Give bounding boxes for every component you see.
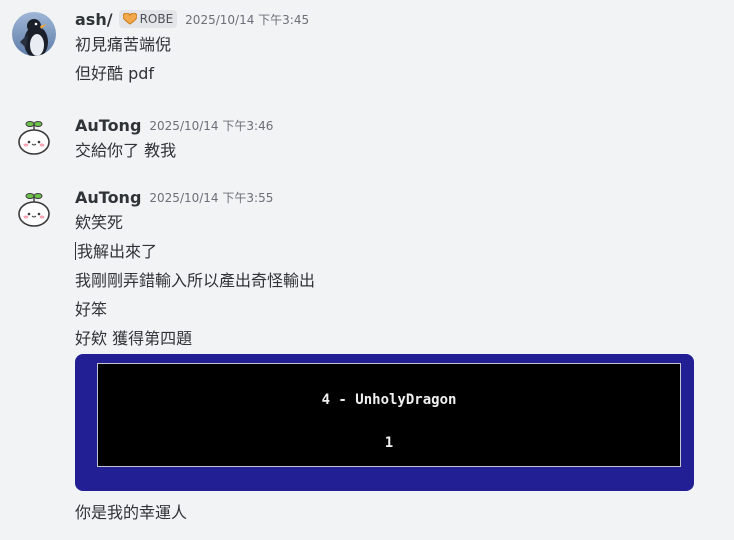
text-cursor (75, 242, 76, 260)
message-line: 交給你了 教我 (75, 141, 177, 160)
message-content: AuTong 2025/10/14 下午3:46 交給你了 教我 (75, 114, 714, 165)
timestamp[interactable]: 2025/10/14 下午3:45 (185, 11, 309, 28)
message-line: 初見痛苦端倪 (75, 35, 172, 54)
penguin-avatar-icon (12, 12, 56, 56)
message-header: AuTong 2025/10/14 下午3:46 (75, 114, 714, 136)
message-line: 我解出來了 (75, 237, 714, 266)
message-line: 你是我的幸運人 (75, 503, 188, 522)
avatar[interactable] (12, 187, 56, 231)
message-line-text: 我解出來了 (77, 242, 158, 261)
chat-log: ash/ ROBE 2025/10/14 下午3:45 初見痛苦端倪 但好酷 p… (0, 0, 734, 540)
message-line: 我剛剛弄錯輸入所以產出奇怪輸出 (75, 271, 316, 290)
sprout-bun-avatar-icon (12, 187, 56, 231)
timestamp[interactable]: 2025/10/14 下午3:46 (149, 117, 273, 134)
sprout-bun-avatar-icon (12, 115, 56, 159)
timestamp[interactable]: 2025/10/14 下午3:55 (149, 189, 273, 206)
username[interactable]: AuTong (75, 116, 141, 135)
message-line: 但好酷 pdf (75, 64, 155, 83)
server-tag[interactable]: ROBE (118, 10, 178, 28)
message-header: ash/ ROBE 2025/10/14 下午3:45 (75, 8, 714, 30)
message-line: 欸笑死 (75, 213, 124, 232)
username[interactable]: AuTong (75, 188, 141, 207)
avatar[interactable] (12, 115, 56, 159)
message-line: 好笨 (75, 300, 108, 319)
attachment-value: 1 (384, 435, 394, 451)
username[interactable]: ash/ (75, 10, 113, 29)
image-attachment[interactable]: 4 - UnholyDragon 1 (75, 354, 694, 491)
message-header: AuTong 2025/10/14 下午3:55 (75, 186, 714, 208)
avatar[interactable] (12, 12, 56, 56)
message-line: 好欸 獲得第四題 (75, 329, 193, 348)
terminal-screen: 4 - UnholyDragon 1 (97, 363, 681, 467)
attachment-title: 4 - UnholyDragon (321, 392, 457, 408)
orange-heart-icon (122, 13, 137, 25)
message-content: ash/ ROBE 2025/10/14 下午3:45 初見痛苦端倪 但好酷 p… (75, 8, 714, 88)
server-tag-label: ROBE (139, 12, 174, 26)
message-content: AuTong 2025/10/14 下午3:55 欸笑死 我解出來了 我剛剛弄錯… (75, 186, 714, 353)
